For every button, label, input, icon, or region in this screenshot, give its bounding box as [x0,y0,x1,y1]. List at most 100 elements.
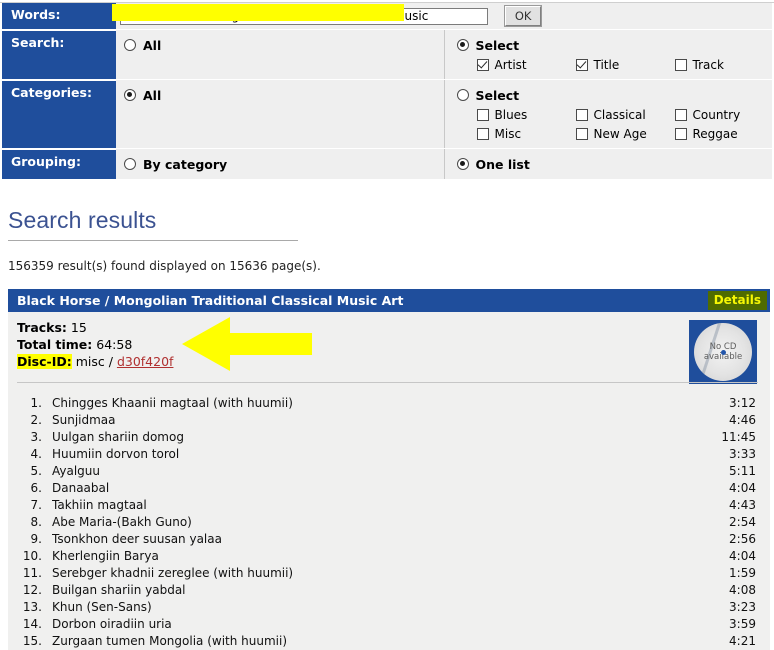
ok-button[interactable]: OK [505,6,542,26]
search-words-input[interactable] [120,8,488,25]
disc-id-label: Disc-ID: [17,354,72,369]
track-number: 12. [17,582,42,599]
track-number: 7. [17,497,42,514]
result-card: Black Horse / Mongolian Traditional Clas… [8,289,770,650]
track-row[interactable]: 11. Serebger khadnii zereglee (with huum… [8,565,770,582]
disc-id-link[interactable]: d30f420f [117,354,174,369]
track-number: 14. [17,616,42,633]
one-list-label: One list [476,157,530,172]
classical-label: Classical [594,108,646,122]
categories-all-radio-row[interactable]: All [124,85,444,105]
page-title: Search results [8,207,774,234]
track-duration: 3:33 [729,446,756,463]
track-duration: 2:54 [729,514,756,531]
category-option-blues[interactable]: Blues [477,105,576,124]
details-button[interactable]: Details [708,291,767,310]
track-number: 13. [17,599,42,616]
category-option-classical[interactable]: Classical [576,105,675,124]
track-number: 3. [17,429,42,446]
form-row-words: Words: OK [2,3,772,30]
category-option-country[interactable]: Country [675,105,774,124]
track-row[interactable]: 10. Kherlengiin Barya 4:04 [8,548,770,565]
track-duration: 4:04 [729,480,756,497]
track-row[interactable]: 9. Tsonkhon deer suusan yalaa 2:56 [8,531,770,548]
track-duration: 4:46 [729,412,756,429]
track-duration: 5:11 [729,463,756,480]
track-row[interactable]: 6. Danaabal 4:04 [8,480,770,497]
search-form: Words: OK Search: All Select Artist [2,3,772,179]
categories-select-cell: Select Blues Classical Country Data [444,80,772,149]
track-duration: 3:12 [729,395,756,412]
track-duration: 4:43 [729,497,756,514]
categories-select-radio-row[interactable]: Select [457,85,773,105]
disc-id-meta-line: Disc-ID: misc / d30f420f [17,353,770,370]
country-checkbox-icon[interactable] [675,109,687,121]
classical-checkbox-icon[interactable] [576,109,588,121]
track-number: 9. [17,531,42,548]
grouping-one-list-cell: One list [444,149,772,180]
track-number: 1. [17,395,42,412]
track-row[interactable]: 4. Huumiin dorvon torol 3:33 [8,446,770,463]
misc-checkbox-icon[interactable] [477,128,489,140]
track-title: Uulgan shariin domog [52,429,721,446]
new-age-checkbox-icon[interactable] [576,128,588,140]
track-title: Zurgaan tumen Mongolia (with huumii) [52,633,729,650]
reggae-checkbox-icon[interactable] [675,128,687,140]
track-row[interactable]: 7. Takhiin magtaal 4:43 [8,497,770,514]
track-row[interactable]: 15. Zurgaan tumen Mongolia (with huumii)… [8,633,770,650]
grouping-label: Grouping: [2,149,116,180]
search-option-title[interactable]: Title [576,55,675,74]
title-checkbox-icon[interactable] [576,59,588,71]
by-category-radio-icon[interactable] [124,158,136,170]
categories-all-radio-icon[interactable] [124,89,136,101]
search-option-artist[interactable]: Artist [477,55,576,74]
title-label: Title [594,58,620,72]
search-option-track[interactable]: Track [675,55,774,74]
search-select-label: Select [476,38,520,53]
category-option-reggae[interactable]: Reggae [675,124,774,143]
track-title: Dorbon oiradiin uria [52,616,729,633]
category-option-new-age[interactable]: New Age [576,124,675,143]
track-row[interactable]: 13. Khun (Sen-Sans) 3:23 [8,599,770,616]
categories-label: Categories: [2,80,116,149]
search-all-radio-icon[interactable] [124,39,136,51]
category-option-misc[interactable]: Misc [477,124,576,143]
result-card-title: Black Horse / Mongolian Traditional Clas… [17,293,403,308]
artist-checkbox-icon[interactable] [477,59,489,71]
grouping-one-list-radio-row[interactable]: One list [457,154,773,174]
categories-select-label: Select [476,88,520,103]
blues-checkbox-icon[interactable] [477,109,489,121]
categories-select-radio-icon[interactable] [457,89,469,101]
track-row[interactable]: 12. Builgan shariin yabdal 4:08 [8,582,770,599]
compact-disc-icon: No CD available [694,323,752,381]
track-checkbox-icon[interactable] [675,59,687,71]
track-duration: 4:08 [729,582,756,599]
track-title: Huumiin dorvon torol [52,446,729,463]
track-list: 1. Chingges Khaanii magtaal (with huumii… [8,386,770,650]
track-row[interactable]: 14. Dorbon oiradiin uria 3:59 [8,616,770,633]
track-title: Abe Maria-(Bakh Guno) [52,514,729,531]
track-row[interactable]: 1. Chingges Khaanii magtaal (with huumii… [8,395,770,412]
track-title: Tsonkhon deer suusan yalaa [52,531,729,548]
search-all-radio-row[interactable]: All [124,35,444,55]
track-row[interactable]: 3. Uulgan shariin domog 11:45 [8,429,770,446]
track-title: Serebger khadnii zereglee (with huumii) [52,565,729,582]
track-number: 11. [17,565,42,582]
words-label: Words: [2,3,116,30]
words-input-cell: OK [116,3,772,30]
grouping-by-category-radio-row[interactable]: By category [124,154,444,174]
search-select-radio-row[interactable]: Select [457,35,773,55]
title-divider [8,240,298,241]
track-row[interactable]: 5. Ayalguu 5:11 [8,463,770,480]
track-row[interactable]: 8. Abe Maria-(Bakh Guno) 2:54 [8,514,770,531]
search-field-options: Artist Title Track Rest [477,55,774,74]
track-row[interactable]: 2. Sunjidmaa 4:46 [8,412,770,429]
track-duration: 2:56 [729,531,756,548]
track-duration: 4:04 [729,548,756,565]
result-count-text: 156359 result(s) found displayed on 1563… [8,259,774,273]
track-list-divider [17,382,758,383]
form-row-grouping: Grouping: By category One list [2,149,772,180]
search-select-radio-icon[interactable] [457,39,469,51]
one-list-radio-icon[interactable] [457,158,469,170]
search-all-label: All [143,38,161,53]
